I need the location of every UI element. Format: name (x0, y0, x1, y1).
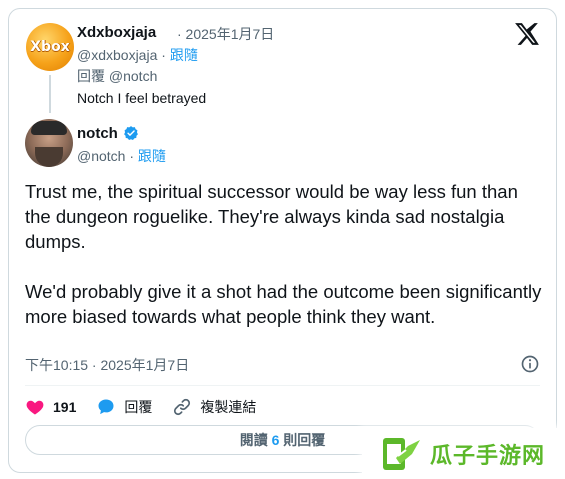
parent-date[interactable]: · 2025年1月7日 (177, 24, 274, 44)
avatar-hat-shape (31, 121, 67, 135)
separator: · (129, 148, 138, 164)
site-watermark: 瓜子手游网 (362, 428, 565, 479)
parent-tweet-text: Notch I feel betrayed (77, 90, 207, 106)
main-handle-line: @notch · 跟隨 (77, 146, 166, 166)
avatar-beard-shape (35, 147, 63, 167)
reply-to-handle[interactable]: @notch (109, 68, 157, 84)
tweet-timestamp[interactable]: 下午10:15 · 2025年1月7日 (25, 355, 189, 375)
separator: · (161, 47, 170, 63)
read-replies-prefix: 閱讀 (239, 432, 268, 448)
tweet-paragraph: Trust me, the spiritual successor would … (25, 181, 518, 252)
parent-avatar[interactable]: Xbox (26, 23, 74, 71)
reply-label: 回覆 (124, 399, 153, 415)
reply-prefix: 回覆 (77, 68, 105, 84)
info-icon[interactable] (520, 354, 540, 374)
parent-handle[interactable]: @xdxboxjaja (77, 47, 157, 63)
x-logo-icon[interactable] (514, 21, 540, 47)
heart-icon (26, 400, 44, 415)
tweet-body: Trust me, the spiritual successor would … (25, 179, 545, 354)
watermark-text: 瓜子手游网 (430, 443, 546, 469)
like-count: 191 (53, 399, 77, 415)
read-replies-suffix: 則回覆 (283, 432, 326, 448)
link-icon (174, 398, 191, 416)
copy-link-button[interactable]: 複製連結 (172, 397, 256, 417)
replying-to-line: 回覆 @notch (77, 66, 157, 86)
reply-bubble-icon (98, 399, 114, 415)
parent-handle-line: @xdxboxjaja · 跟隨 (77, 45, 198, 65)
action-bar: 191 回覆 複製連結 (25, 395, 276, 419)
like-button[interactable]: 191 (25, 397, 76, 417)
avatar-logo-text: Xbox (30, 39, 70, 55)
main-avatar[interactable] (25, 119, 73, 167)
verified-badge-icon (124, 126, 138, 141)
parent-display-name[interactable]: Xdxboxjaja (77, 24, 156, 41)
watermark-logo-icon (383, 437, 420, 470)
reply-count: 6 (271, 432, 280, 448)
tweet-embed-card: Xbox Xdxboxjaja · 2025年1月7日 @xdxboxjaja … (8, 8, 557, 473)
main-follow-link[interactable]: 跟隨 (138, 148, 166, 164)
copy-link-label: 複製連結 (200, 399, 257, 415)
main-handle[interactable]: @notch (77, 148, 125, 164)
main-display-name[interactable]: notch (77, 125, 118, 142)
thread-connector-line (49, 75, 51, 113)
divider (25, 385, 540, 386)
parent-follow-link[interactable]: 跟隨 (170, 47, 198, 63)
tweet-paragraph: We'd probably give it a shot had the out… (25, 281, 542, 327)
reply-button[interactable]: 回覆 (96, 397, 152, 417)
